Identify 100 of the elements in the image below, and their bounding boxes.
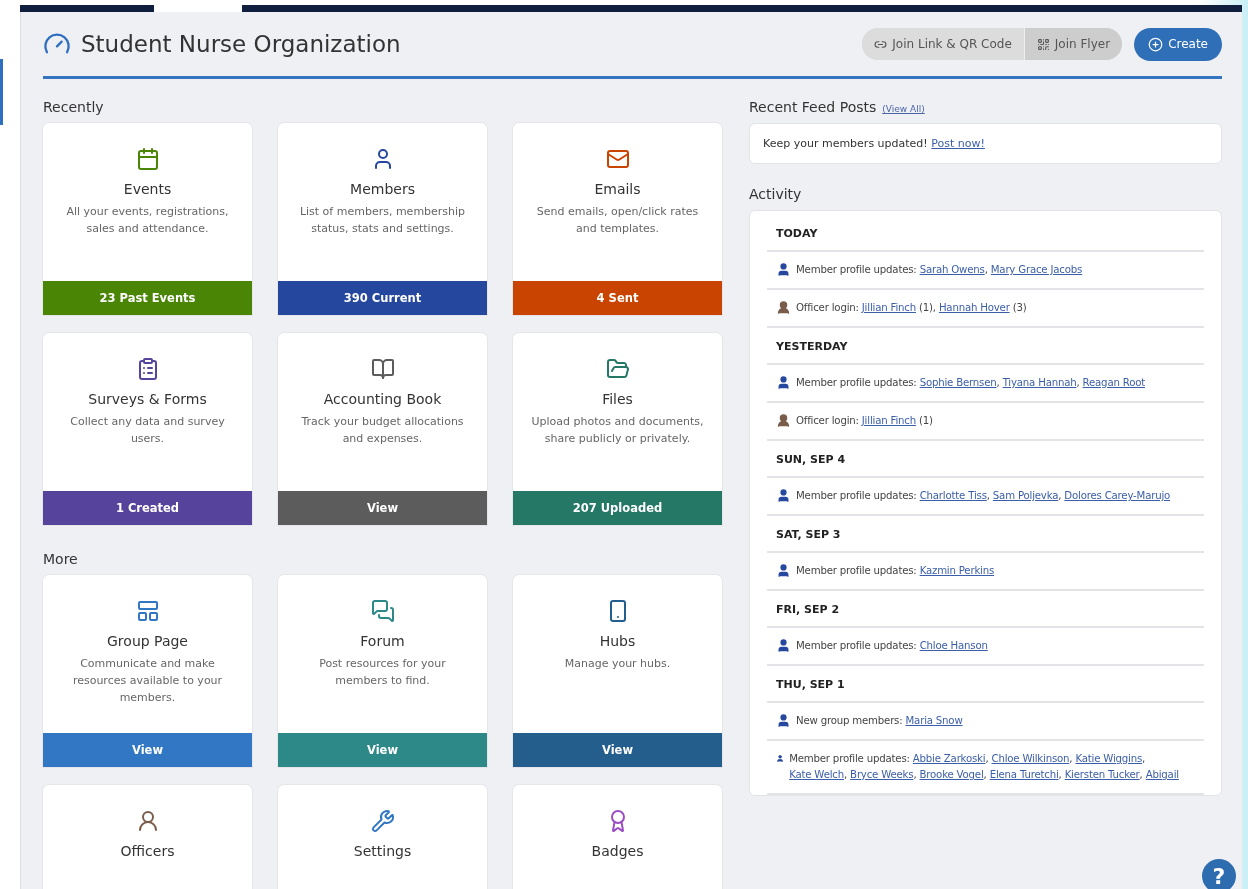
page-title: Student Nurse Organization [81,31,401,57]
create-button[interactable]: Create [1134,27,1222,61]
name-link[interactable]: Jillian Finch [861,302,916,313]
person-icon [776,488,791,503]
card-title: Group Page [107,633,188,649]
person-icon [776,563,791,578]
activity-text: New group members: Maria Snow [796,714,963,728]
section-heading: Activity [749,186,803,202]
card-description: Collect any data and survey users. [69,414,226,447]
card-footer-button[interactable]: 390 Current [278,281,487,315]
envelope-icon [605,147,630,171]
section-heading: Recently [43,99,105,115]
name-link[interactable]: Mary Grace Jacobs [990,264,1083,275]
name-link[interactable]: Elena Turetchi [989,769,1059,780]
feature-card[interactable]: Hubs Manage your hubs. View [513,575,722,767]
feature-card[interactable]: Forum Post resources for your members to find. View [278,575,487,767]
card-title: Accounting Book [323,391,442,407]
card-title: Files [602,391,633,407]
day-heading: YESTERDAY [767,328,1204,365]
day-heading: SAT, SEP 3 [767,516,1204,553]
day-heading: TODAY [767,215,1204,252]
calendar-icon [135,147,160,171]
card-title: Settings [353,843,412,859]
card-description: Send emails, open/click rates and templates. [535,204,700,237]
card-description: Upload photos and documents, share publicly or privately. [530,414,705,447]
name-link[interactable]: Sophie Bernsen [919,377,997,388]
name-link[interactable]: Reagan Root [1082,377,1145,388]
name-link[interactable]: Sarah Owens [919,264,985,275]
day-heading: SUN, SEP 4 [767,441,1204,478]
card-description: List of members, membership status, stats and settings. [298,204,467,237]
activity-text: Member profile updates: Abbie Zarkoski, Chloe Wilkinson, Katie Wiggins, Kate Welch, Bryce Weeks, Brooke Vogel, Elena Turetchi, Kiersten Tucker, Abigail [789,752,1180,782]
name-link[interactable]: Maria Snow [905,715,963,726]
name-link[interactable]: Kate Welch [789,769,844,780]
card-title: Events [123,181,172,197]
card-footer-button[interactable]: View [278,733,487,767]
activity-text: Officer login: Jillian Finch (1) [796,414,933,428]
card-title: Emails [594,181,641,197]
chat-bubbles-icon [370,599,395,623]
feature-card[interactable]: Files Upload photos and documents, share publicly or privately. 207 Uploaded [513,333,722,525]
card-footer-button[interactable]: 207 Uploaded [513,491,722,525]
qr-code-icon [1036,37,1050,51]
card-title: Badges [591,843,644,859]
folder-icon [605,357,630,381]
card-description: Post resources for your members to find. [318,656,447,689]
section-heading: More [43,551,79,567]
feature-card[interactable]: Surveys & Forms Collect any data and survey users. 1 Created [43,333,252,525]
card-title: Surveys & Forms [88,391,207,407]
card-title: Forum [360,633,405,649]
name-link[interactable]: Chloe Hanson [919,640,988,651]
day-heading: THU, SEP 1 [767,666,1204,703]
name-link[interactable]: Post now! [931,137,985,150]
card-footer-button[interactable]: View [278,491,487,525]
card-footer-button[interactable]: View [513,733,722,767]
card-footer-button[interactable]: View [43,733,252,767]
book-icon [370,357,395,381]
feature-card[interactable]: Emails Send emails, open/click rates and templates. 4 Sent [513,123,722,315]
plus-icon [1148,36,1164,52]
feature-card[interactable]: Events All your events, registrations, sales and attendance. 23 Past Events [43,123,252,315]
feature-card[interactable]: Badges [513,785,722,889]
card-footer-button[interactable]: 1 Created [43,491,252,525]
name-link[interactable]: Jillian Finch [861,415,916,426]
name-link[interactable]: Abigail [1145,769,1179,780]
feature-card[interactable]: Settings [278,785,487,889]
name-link[interactable]: Hannah Hover [938,302,1010,313]
section-heading: Recent Feed Posts [749,99,877,115]
card-footer-button[interactable]: 4 Sent [513,281,722,315]
name-link[interactable]: Tiyana Hannah [1002,377,1077,388]
name-link[interactable]: Dolores Carey-Marujo [1064,490,1171,501]
activity-text: Member profile updates: Kazmin Perkins [796,564,995,578]
view-all-link[interactable]: (View All) [882,104,925,114]
person-icon [776,713,791,728]
card-title: Members [350,181,415,197]
activity-text: Officer login: Jillian Finch (1), Hannah Hover (3) [796,301,1027,315]
card-title: Officers [120,843,175,859]
join-flyer-button[interactable]: Join Flyer [1023,28,1123,60]
card-footer-button[interactable]: 23 Past Events [43,281,252,315]
activity-text: Member profile updates: Sophie Bernsen, Tiyana Hannah, Reagan Root [796,376,1145,390]
day-heading: FRI, SEP 2 [767,591,1204,628]
person-icon [776,262,791,277]
feature-card[interactable]: Group Page Communicate and make resources available to your members. View [43,575,252,767]
help-button[interactable]: ? [1202,859,1236,889]
name-link[interactable]: Charlotte Tiss [919,490,987,501]
activity-text: Member profile updates: Charlotte Tiss, Sam Poljevka, Dolores Carey-Marujo [796,489,1171,503]
name-link[interactable]: Kazmin Perkins [919,565,995,576]
feature-card[interactable]: Members List of members, membership status, stats and settings. 390 Current [278,123,487,315]
feature-card[interactable]: Accounting Book Track your budget allocations and expenses. View [278,333,487,525]
layout-icon [135,599,160,623]
name-link[interactable]: Kiersten Tucker [1064,769,1140,780]
feed-message: Keep your members updated! Post now! [763,137,985,150]
card-description: Communicate and make resources available to your members. [71,656,224,706]
card-description: Manage your hubs. [563,656,672,672]
card-description: Track your budget allocations and expenses. [300,414,465,447]
activity-text: Member profile updates: Sarah Owens, Mary Grace Jacobs [796,263,1083,277]
activity-text: Member profile updates: Chloe Hanson [796,639,988,653]
card-description: All your events, registrations, sales and attendance. [65,204,230,237]
feature-card[interactable]: Officers [43,785,252,889]
card-title: Hubs [599,633,636,649]
name-link[interactable]: Brooke Vogel [919,769,984,780]
person-icon [776,638,791,653]
person-icon [776,375,791,390]
